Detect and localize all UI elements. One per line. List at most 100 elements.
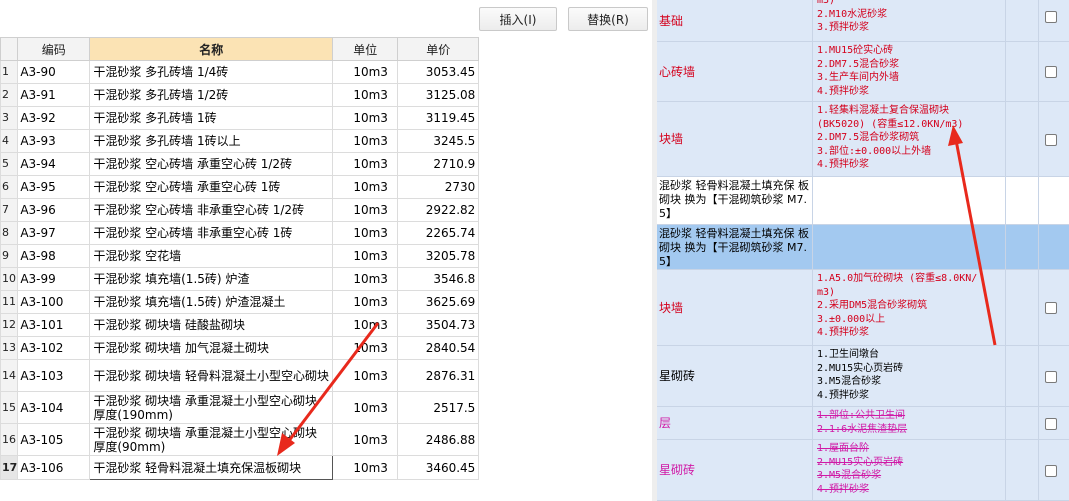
unit-cell[interactable]: 10m3 (332, 336, 399, 360)
name-cell[interactable]: 干混砂浆 轻骨料混凝土填充保温板砌块 (89, 455, 334, 480)
price-cell[interactable]: 2840.54 (397, 336, 480, 360)
table-row[interactable]: 11 A3-100 干混砂浆 填充墙(1.5砖) 炉渣混凝土 10m3 3625.69 (0, 290, 480, 314)
table-row[interactable]: 2 A3-91 干混砂浆 多孔砖墙 1/2砖 10m3 3125.08 (0, 83, 480, 107)
unit-cell[interactable]: 10m3 (332, 83, 399, 107)
name-cell[interactable]: 干混砂浆 多孔砖墙 1/4砖 (89, 60, 334, 84)
unit-cell[interactable]: 10m3 (332, 267, 399, 291)
table-row[interactable]: 12 A3-101 干混砂浆 砌块墙 硅酸盐砌块 10m3 3504.73 (0, 313, 480, 337)
code-cell[interactable]: A3-94 (17, 152, 91, 176)
item-checkbox[interactable] (1045, 418, 1057, 430)
table-row[interactable]: 16 A3-105 干混砂浆 砌块墙 承重混凝土小型空心砌块 厚度(90mm) 10m… (0, 423, 480, 456)
unit-cell[interactable]: 10m3 (332, 244, 399, 268)
table-row[interactable]: 15 A3-104 干混砂浆 砌块墙 承重混凝土小型空心砌块 厚度(190mm) 10… (0, 391, 480, 424)
table-row[interactable]: 3 A3-92 干混砂浆 多孔砖墙 1砖 10m3 3119.45 (0, 106, 480, 130)
name-cell[interactable]: 干混砂浆 砌块墙 轻骨料混凝土小型空心砌块 (89, 359, 334, 392)
unit-cell[interactable]: 10m3 (332, 455, 399, 480)
price-cell[interactable]: 2517.5 (397, 391, 480, 424)
price-cell[interactable]: 3625.69 (397, 290, 480, 314)
code-cell[interactable]: A3-96 (17, 198, 91, 222)
name-cell[interactable]: 干混砂浆 砌块墙 硅酸盐砌块 (89, 313, 334, 337)
unit-cell[interactable]: 10m3 (332, 129, 399, 153)
code-cell[interactable]: A3-92 (17, 106, 91, 130)
price-cell[interactable]: 3546.8 (397, 267, 480, 291)
name-cell[interactable]: 干混砂浆 空心砖墙 承重空心砖 1砖 (89, 175, 334, 199)
price-cell[interactable]: 3205.78 (397, 244, 480, 268)
table-row[interactable]: 8 A3-97 干混砂浆 空心砖墙 非承重空心砖 1砖 10m3 2265.74 (0, 221, 480, 245)
code-cell[interactable]: A3-101 (17, 313, 91, 337)
code-cell[interactable]: A3-90 (17, 60, 91, 84)
item-checkbox[interactable] (1045, 134, 1057, 146)
item-checkbox[interactable] (1045, 11, 1057, 23)
name-cell[interactable]: 干混砂浆 填充墙(1.5砖) 炉渣混凝土 (89, 290, 334, 314)
unit-cell[interactable]: 10m3 (332, 313, 399, 337)
code-cell[interactable]: A3-100 (17, 290, 91, 314)
code-cell[interactable]: A3-99 (17, 267, 91, 291)
price-cell[interactable]: 2486.88 (397, 423, 480, 456)
price-cell[interactable]: 2730 (397, 175, 480, 199)
name-cell[interactable]: 干混砂浆 砌块墙 承重混凝土小型空心砌块 厚度(190mm) (89, 391, 334, 424)
price-cell[interactable]: 2710.9 (397, 152, 480, 176)
unit-cell[interactable]: 10m3 (332, 391, 399, 424)
table-row[interactable]: 9 A3-98 干混砂浆 空花墙 10m3 3205.78 (0, 244, 480, 268)
insert-button[interactable]: 插入(I) (479, 7, 557, 31)
code-cell[interactable]: A3-97 (17, 221, 91, 245)
price-cell[interactable]: 3125.08 (397, 83, 480, 107)
column-header-name[interactable]: 名称 (89, 37, 334, 61)
unit-cell[interactable]: 10m3 (332, 175, 399, 199)
item-row[interactable]: 混砂浆 轻骨料混凝土填充保 板砌块 换为【干混砌筑砂浆 M7.5】 (657, 225, 1069, 270)
name-cell[interactable]: 干混砂浆 多孔砖墙 1/2砖 (89, 83, 334, 107)
column-header-unit[interactable]: 单位 (332, 37, 399, 61)
name-cell[interactable]: 干混砂浆 空心砖墙 非承重空心砖 1砖 (89, 221, 334, 245)
item-row[interactable]: 层 1.部位:公共卫生间 2.1:6水泥焦渣垫层 (657, 407, 1069, 440)
table-row[interactable]: 5 A3-94 干混砂浆 空心砖墙 承重空心砖 1/2砖 10m3 2710.9 (0, 152, 480, 176)
code-cell[interactable]: A3-105 (17, 423, 91, 456)
code-cell[interactable]: A3-91 (17, 83, 91, 107)
name-cell[interactable]: 干混砂浆 砌块墙 承重混凝土小型空心砌块 厚度(90mm) (89, 423, 334, 456)
item-row[interactable]: 星砌砖 1.卫生间墩台 2.MU15实心页岩砖 3.M5混合砂浆 4.预拌砂浆 (657, 346, 1069, 407)
price-cell[interactable]: 2876.31 (397, 359, 480, 392)
price-cell[interactable]: 3504.73 (397, 313, 480, 337)
price-cell[interactable]: 3245.5 (397, 129, 480, 153)
code-cell[interactable]: A3-102 (17, 336, 91, 360)
price-cell[interactable]: 3119.45 (397, 106, 480, 130)
item-row[interactable]: 星砌砖 1.屋面台阶 2.MU15实心页岩砖 3.M5混合砂浆 4.预拌砂浆 (657, 440, 1069, 501)
unit-cell[interactable]: 10m3 (332, 198, 399, 222)
unit-cell[interactable]: 10m3 (332, 60, 399, 84)
name-cell[interactable]: 干混砂浆 空心砖墙 非承重空心砖 1/2砖 (89, 198, 334, 222)
table-row[interactable]: 14 A3-103 干混砂浆 砌块墙 轻骨料混凝土小型空心砌块 10m3 2876.31 (0, 359, 480, 392)
code-cell[interactable]: A3-106 (17, 455, 91, 480)
unit-cell[interactable]: 10m3 (332, 423, 399, 456)
name-cell[interactable]: 干混砂浆 砌块墙 加气混凝土砌块 (89, 336, 334, 360)
item-row[interactable]: 块墙 1.A5.0加气砼砌块 (容重≤8.0KN/m3) 2.采用DM5混合砂浆砌筑… (657, 270, 1069, 346)
code-cell[interactable]: A3-104 (17, 391, 91, 424)
code-cell[interactable]: A3-98 (17, 244, 91, 268)
unit-cell[interactable]: 10m3 (332, 221, 399, 245)
table-row[interactable]: 6 A3-95 干混砂浆 空心砖墙 承重空心砖 1砖 10m3 2730 (0, 175, 480, 199)
code-cell[interactable]: A3-103 (17, 359, 91, 392)
table-row[interactable]: 17 A3-106 干混砂浆 轻骨料混凝土填充保温板砌块 10m3 3460.45 (0, 455, 480, 480)
unit-cell[interactable]: 10m3 (332, 290, 399, 314)
column-header-price[interactable]: 单价 (397, 37, 480, 61)
item-checkbox[interactable] (1045, 371, 1057, 383)
table-row[interactable]: 10 A3-99 干混砂浆 填充墙(1.5砖) 炉渣 10m3 3546.8 (0, 267, 480, 291)
code-cell[interactable]: A3-93 (17, 129, 91, 153)
name-cell[interactable]: 干混砂浆 空花墙 (89, 244, 334, 268)
name-cell[interactable]: 干混砂浆 空心砖墙 承重空心砖 1/2砖 (89, 152, 334, 176)
price-cell[interactable]: 2265.74 (397, 221, 480, 245)
table-row[interactable]: 1 A3-90 干混砂浆 多孔砖墙 1/4砖 10m3 3053.45 (0, 60, 480, 84)
code-cell[interactable]: A3-95 (17, 175, 91, 199)
unit-cell[interactable]: 10m3 (332, 359, 399, 392)
name-cell[interactable]: 干混砂浆 填充墙(1.5砖) 炉渣 (89, 267, 334, 291)
item-row[interactable]: 基础 m3) 2.M10水泥砂浆 3.预拌砂浆 (657, 0, 1069, 42)
name-cell[interactable]: 干混砂浆 多孔砖墙 1砖 (89, 106, 334, 130)
column-header-code[interactable]: 编码 (17, 37, 91, 61)
item-checkbox[interactable] (1045, 302, 1057, 314)
item-row[interactable]: 混砂浆 轻骨料混凝土填充保 板砌块 换为【干混砌筑砂浆 M7.5】 (657, 177, 1069, 225)
item-row[interactable]: 心砖墙 1.MU15砼实心砖 2.DM7.5混合砂浆 3.生产车间内外墙 4.预拌砂浆 (657, 42, 1069, 102)
item-checkbox[interactable] (1045, 465, 1057, 477)
item-checkbox[interactable] (1045, 66, 1057, 78)
table-row[interactable]: 13 A3-102 干混砂浆 砌块墙 加气混凝土砌块 10m3 2840.54 (0, 336, 480, 360)
table-row[interactable]: 7 A3-96 干混砂浆 空心砖墙 非承重空心砖 1/2砖 10m3 2922.82 (0, 198, 480, 222)
replace-button[interactable]: 替换(R) (568, 7, 648, 31)
unit-cell[interactable]: 10m3 (332, 152, 399, 176)
